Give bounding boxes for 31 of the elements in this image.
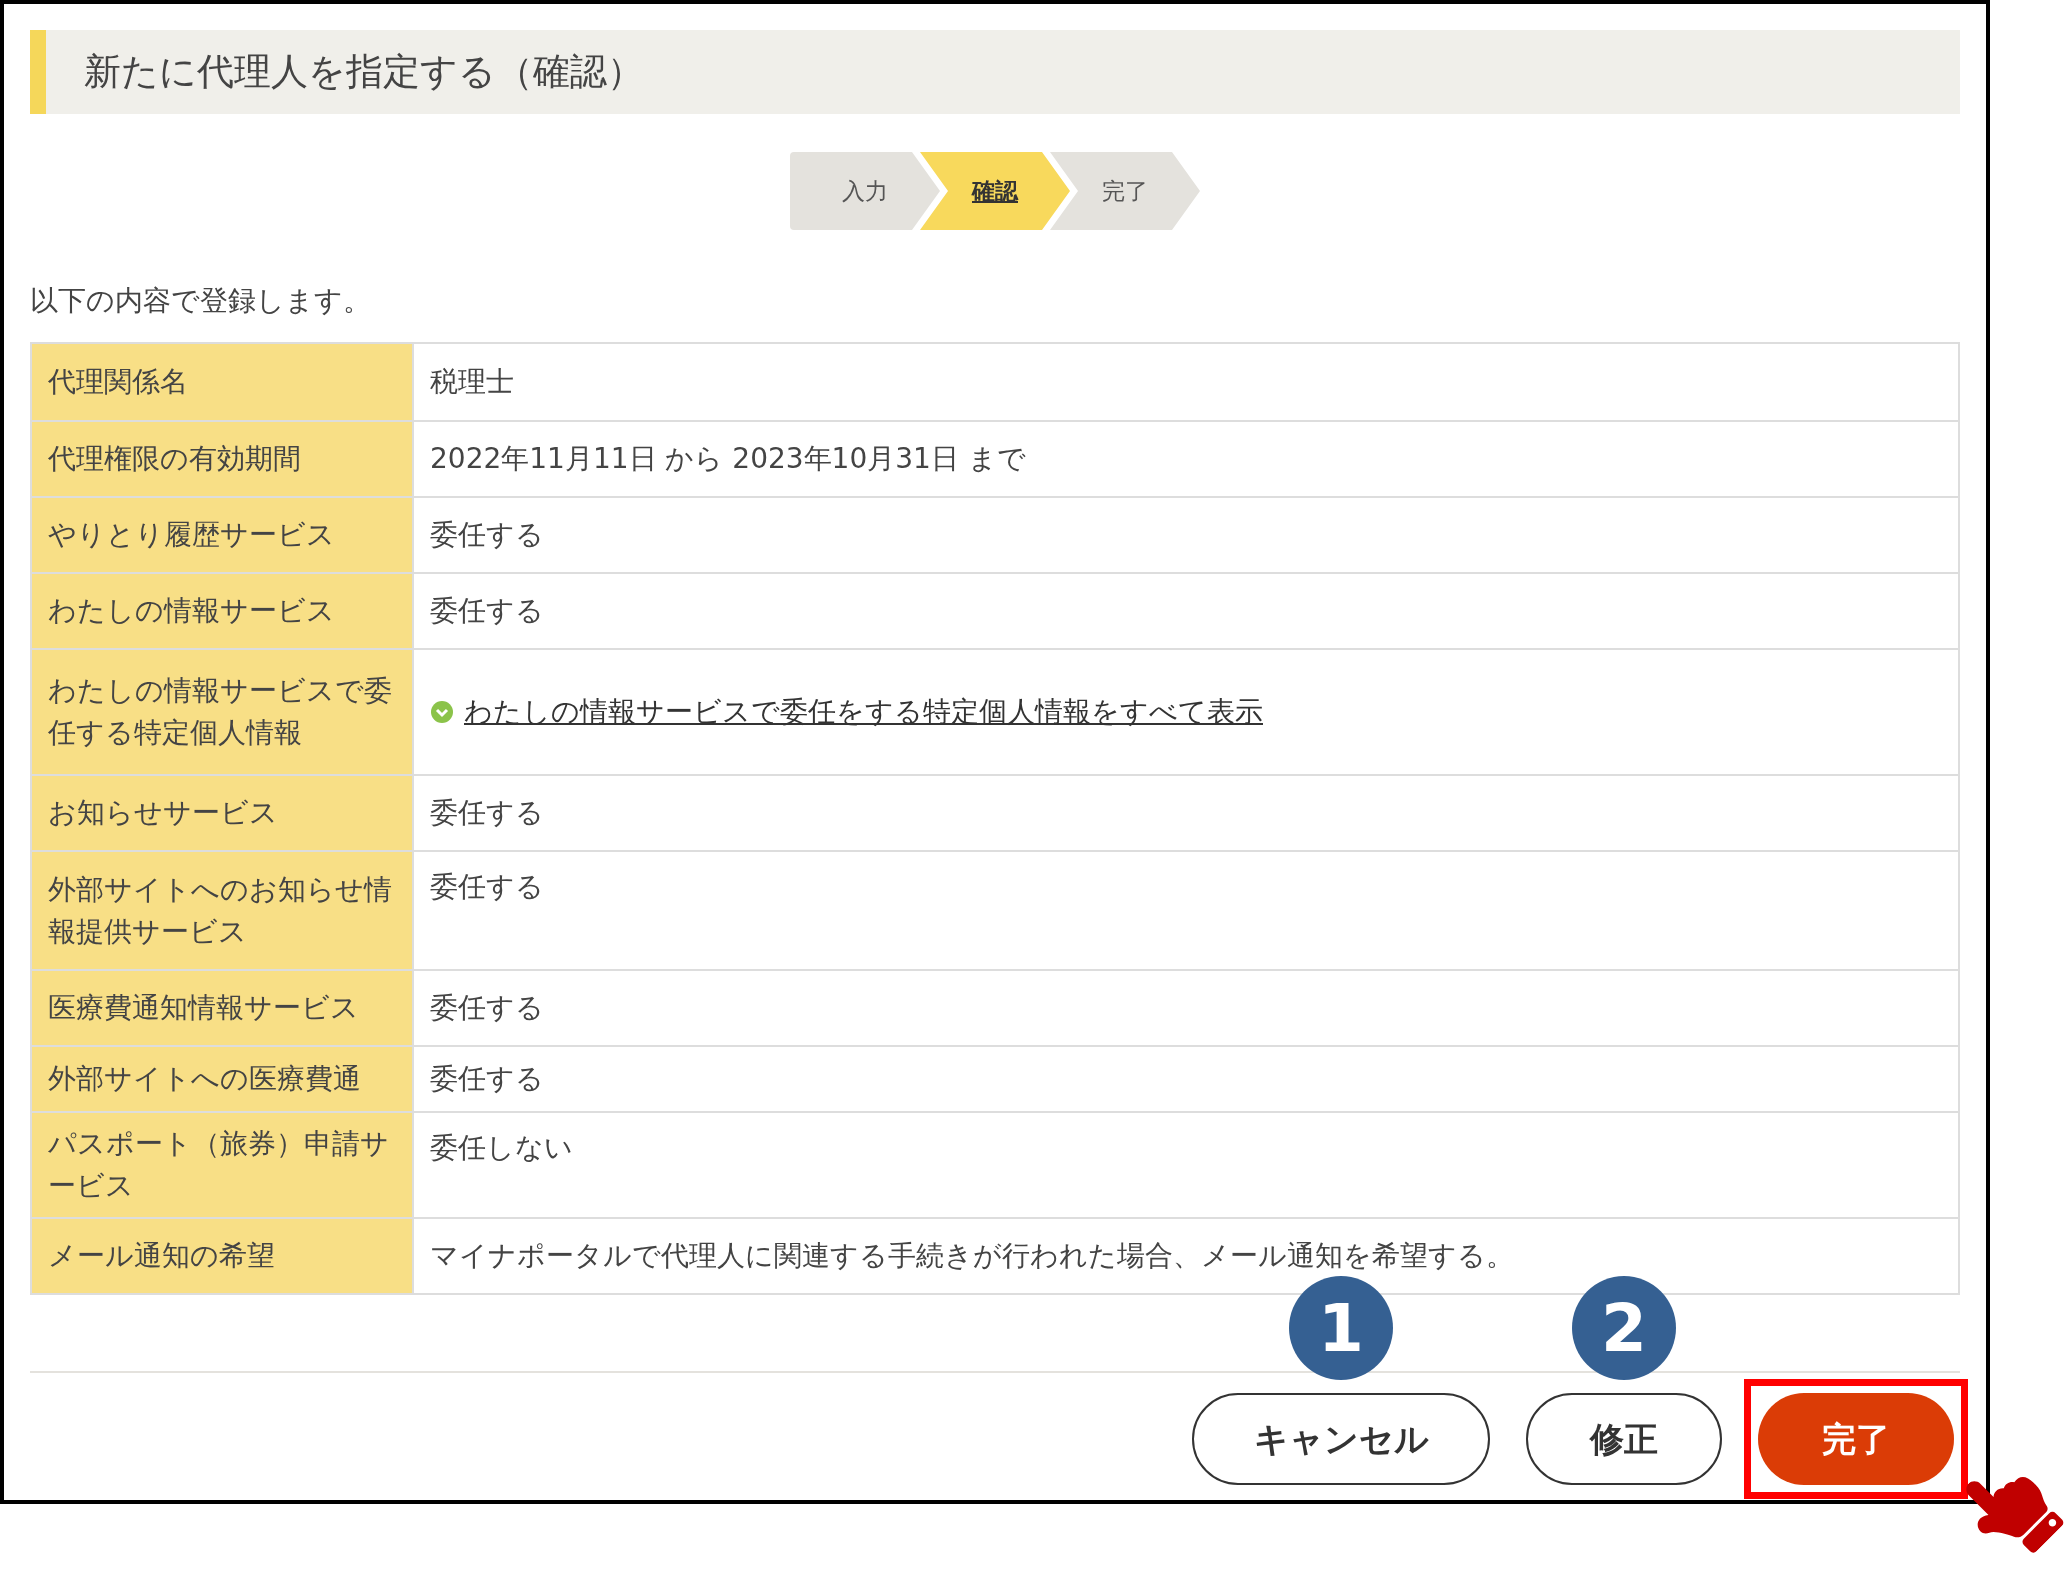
row-label: 医療費通知情報サービス: [32, 971, 414, 1045]
progress-step: 完了: [1050, 152, 1200, 230]
callout-number: 2: [1572, 1276, 1676, 1380]
row-value: 委任する: [430, 869, 544, 905]
row-label: メール通知の希望: [32, 1219, 414, 1293]
row-value: マイナポータルで代理人に関連する手続きが行われた場合、メール通知を希望する。: [430, 1238, 1514, 1274]
row-label: パスポート（旅券）申請サービス: [32, 1113, 414, 1217]
row-value: 委任する: [430, 517, 544, 553]
row-value: 税理士: [430, 364, 514, 400]
row-value: 委任する: [430, 795, 544, 831]
row-label: お知らせサービス: [32, 776, 414, 850]
row-value: 委任する: [430, 593, 544, 629]
row-label: やりとり履歴サービス: [32, 498, 414, 572]
row-label: 外部サイトへのお知らせ情報提供サービス: [32, 852, 414, 969]
complete-button[interactable]: 完了: [1758, 1393, 1954, 1485]
row-label: 外部サイトへの医療費通: [32, 1047, 414, 1111]
outline-button[interactable]: 修正: [1526, 1393, 1722, 1485]
row-value: 委任しない: [430, 1130, 573, 1166]
callout-number: 1: [1289, 1276, 1393, 1380]
row-value: 委任する: [430, 990, 544, 1026]
show-all-link[interactable]: わたしの情報サービスで委任をする特定個人情報をすべて表示: [464, 691, 1263, 733]
row-label: わたしの情報サービス: [32, 574, 414, 648]
intro-text: 以下の内容で登録します。: [30, 283, 372, 319]
row-value: 委任する: [430, 1061, 544, 1097]
row-label: 代理関係名: [32, 344, 414, 420]
outline-button[interactable]: キャンセル: [1192, 1393, 1490, 1485]
chevron-circle-icon: [430, 700, 454, 724]
row-value: 2022年11月11日 から 2023年10月31日 まで: [430, 441, 1026, 477]
row-label: わたしの情報サービスで委任する特定個人情報: [32, 650, 414, 774]
page-title: 新たに代理人を指定する（確認）: [30, 30, 1960, 114]
row-label: 代理権限の有効期間: [32, 422, 414, 496]
